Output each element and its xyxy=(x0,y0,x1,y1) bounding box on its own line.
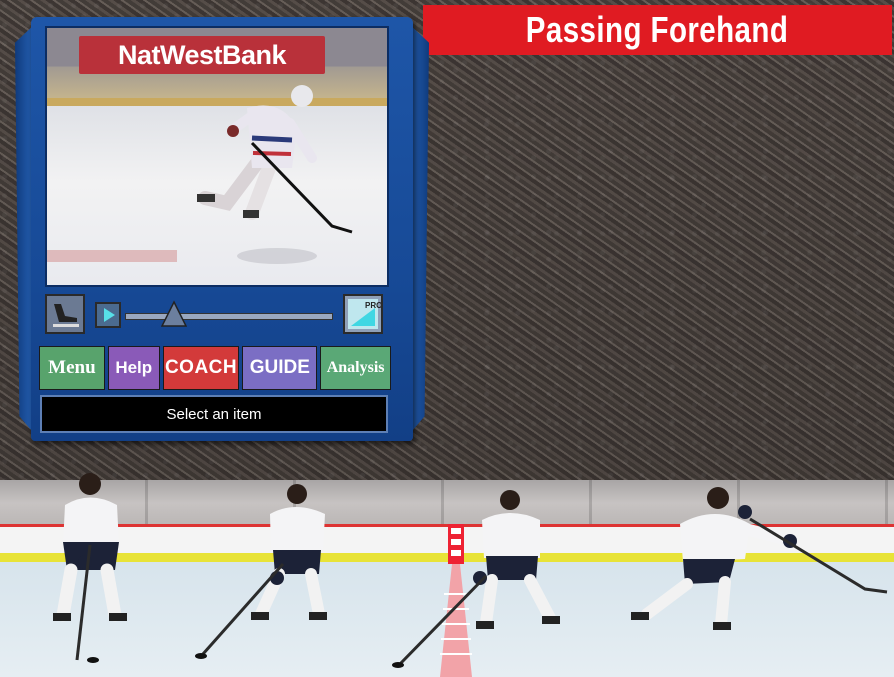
video-viewport[interactable]: NatWestBank xyxy=(45,26,389,287)
help-button[interactable]: Help xyxy=(107,346,160,390)
skater-figure-3 xyxy=(392,490,560,668)
status-bar: Select an item xyxy=(40,395,388,433)
skate-icon xyxy=(53,304,79,327)
video-player-figure xyxy=(197,85,353,264)
slider-handle[interactable] xyxy=(161,300,187,328)
menu-button-label: Menu xyxy=(48,357,96,378)
analysis-button-label: Analysis xyxy=(326,359,385,376)
page-title: Passing Forehand xyxy=(526,9,789,50)
skater-figure-4 xyxy=(631,487,888,630)
rink-view-button[interactable] xyxy=(45,294,85,334)
status-text: Select an item xyxy=(166,405,262,423)
play-icon xyxy=(104,308,115,322)
play-button[interactable] xyxy=(95,302,121,328)
pro-label: PRO xyxy=(365,301,381,310)
menu-button[interactable]: Menu xyxy=(39,346,105,390)
guide-button[interactable]: GUIDE xyxy=(242,346,318,390)
skater-figure-1 xyxy=(53,473,127,663)
pro-icon: PRO xyxy=(348,299,382,329)
guide-button-label: GUIDE xyxy=(249,357,310,378)
nav-buttons: Menu Help COACH GUIDE Analysis xyxy=(39,346,391,390)
coach-button-label: COACH xyxy=(164,357,238,378)
title-banner: Passing Forehand xyxy=(423,5,892,55)
playback-controls: PRO xyxy=(45,294,385,338)
pro-button[interactable]: PRO xyxy=(343,294,383,334)
help-button-label: Help xyxy=(115,358,153,377)
coach-button[interactable]: COACH xyxy=(162,346,240,390)
skater-figure-2 xyxy=(195,484,327,659)
analysis-button[interactable]: Analysis xyxy=(320,346,391,390)
playback-slider[interactable] xyxy=(125,313,333,320)
